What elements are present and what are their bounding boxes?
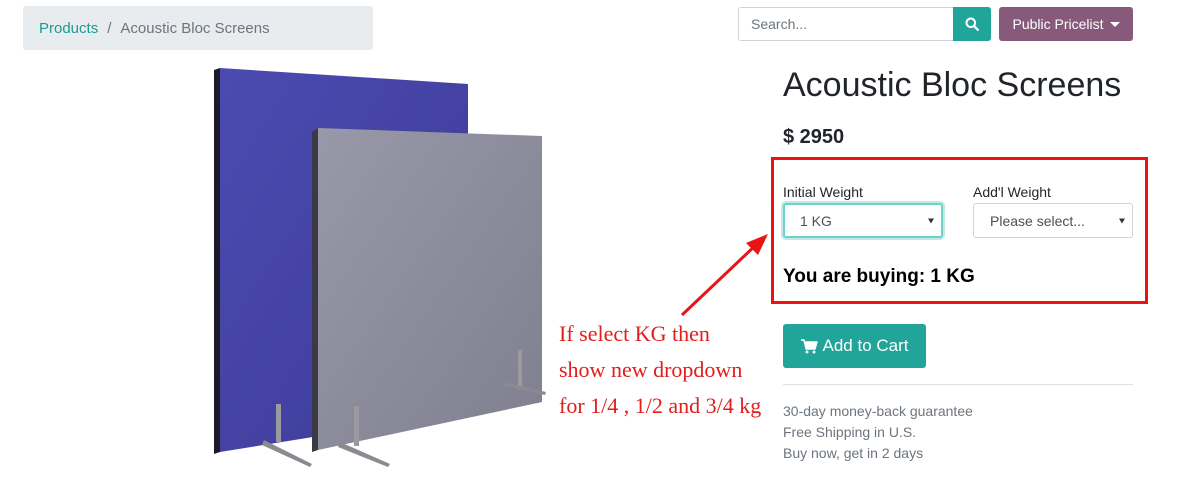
delivery-text: Buy now, get in 2 days	[783, 445, 924, 461]
pricelist-dropdown-button[interactable]: Public Pricelist	[999, 7, 1133, 41]
product-image	[214, 68, 546, 467]
caret-down-icon	[1109, 21, 1120, 27]
product-title: Acoustic Bloc Screens	[783, 66, 1122, 104]
guarantee-text: 30-day money-back guarantee	[783, 403, 973, 419]
annotation-line: show new dropdown	[559, 357, 743, 382]
addl-weight-label: Add'l Weight	[973, 184, 1051, 200]
select-arrow-icon	[928, 218, 934, 223]
addl-weight-value: Please select...	[990, 212, 1085, 229]
initial-weight-select[interactable]: 1 KG	[783, 203, 943, 238]
add-to-cart-label: Add to Cart	[822, 336, 909, 355]
initial-weight-value: 1 KG	[800, 212, 832, 229]
breadcrumb-current: Acoustic Bloc Screens	[120, 19, 270, 37]
initial-weight-label: Initial Weight	[783, 184, 863, 200]
annotation-arrow-icon	[680, 234, 768, 317]
divider	[783, 384, 1133, 385]
breadcrumb-separator: /	[107, 19, 112, 37]
breadcrumb-products-link[interactable]: Products	[39, 20, 98, 37]
annotation-line: for 1/4 , 1/2 and 3/4 kg	[559, 393, 762, 418]
search-input[interactable]	[738, 7, 953, 41]
shipping-text: Free Shipping in U.S.	[783, 424, 917, 440]
addl-weight-select[interactable]: Please select...	[973, 203, 1133, 238]
select-arrow-icon	[1119, 218, 1125, 223]
shopping-cart-icon	[800, 338, 818, 353]
breadcrumb: Products / Acoustic Bloc Screens	[23, 6, 373, 50]
annotation-text: If select KG then show new dropdown for …	[559, 316, 761, 424]
annotation-line: If select KG then	[559, 321, 710, 346]
buying-summary: You are buying: 1 KG	[783, 266, 975, 287]
add-to-cart-button[interactable]: Add to Cart	[783, 324, 926, 368]
search-button[interactable]	[953, 7, 991, 41]
search-icon	[965, 17, 979, 31]
product-price: $ 2950	[783, 126, 845, 148]
pricelist-label: Public Pricelist	[1012, 16, 1104, 32]
